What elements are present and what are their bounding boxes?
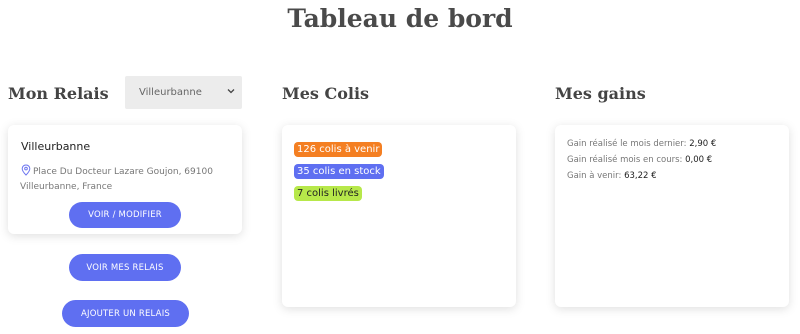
gains-card: Gain réalisé le mois dernier: 2,90 € Gai… xyxy=(555,125,789,307)
colis-badge-upcoming: 126 colis à venir xyxy=(294,142,383,157)
gain-label: Gain réalisé le mois dernier: xyxy=(567,139,690,149)
relais-card-address: Place Du Docteur Lazare Goujon, 69100 Vi… xyxy=(20,164,225,195)
gains-heading: Mes gains xyxy=(555,84,646,103)
gain-line-upcoming: Gain à venir: 63,22 € xyxy=(567,171,657,181)
relais-card-address-text: Place Du Docteur Lazare Goujon, 69100 Vi… xyxy=(20,167,213,192)
see-relais-button[interactable]: VOIR MES RELAIS xyxy=(69,254,181,281)
relais-card-name: Villeurbanne xyxy=(21,140,91,153)
colis-card: 126 colis à venir 35 colis en stock 7 co… xyxy=(282,125,516,307)
relais-heading: Mon Relais xyxy=(8,84,109,103)
gain-line-last-month: Gain réalisé le mois dernier: 2,90 € xyxy=(567,139,716,149)
edit-relais-button[interactable]: VOIR / MODIFIER xyxy=(69,202,181,228)
relais-select-value: Villeurbanne xyxy=(139,87,202,98)
colis-badge-stock: 35 colis en stock xyxy=(294,164,384,179)
gain-value: 63,22 € xyxy=(624,171,657,181)
chevron-down-icon xyxy=(227,89,235,94)
location-pin-icon xyxy=(21,164,31,176)
gain-label: Gain à venir: xyxy=(567,171,625,181)
page-title: Tableau de bord xyxy=(287,4,513,33)
gain-value: 2,90 € xyxy=(689,139,717,149)
relais-select[interactable]: Villeurbanne xyxy=(125,76,242,109)
add-relais-button[interactable]: AJOUTER UN RELAIS xyxy=(62,300,189,327)
gain-label: Gain réalisé mois en cours: xyxy=(567,155,686,165)
gain-value: 0,00 € xyxy=(685,155,713,165)
relais-card: Villeurbanne Place Du Docteur Lazare Gou… xyxy=(8,125,242,234)
colis-heading: Mes Colis xyxy=(282,84,370,103)
colis-badge-delivered: 7 colis livrés xyxy=(294,186,362,201)
gain-line-current-month: Gain réalisé mois en cours: 0,00 € xyxy=(567,155,712,165)
